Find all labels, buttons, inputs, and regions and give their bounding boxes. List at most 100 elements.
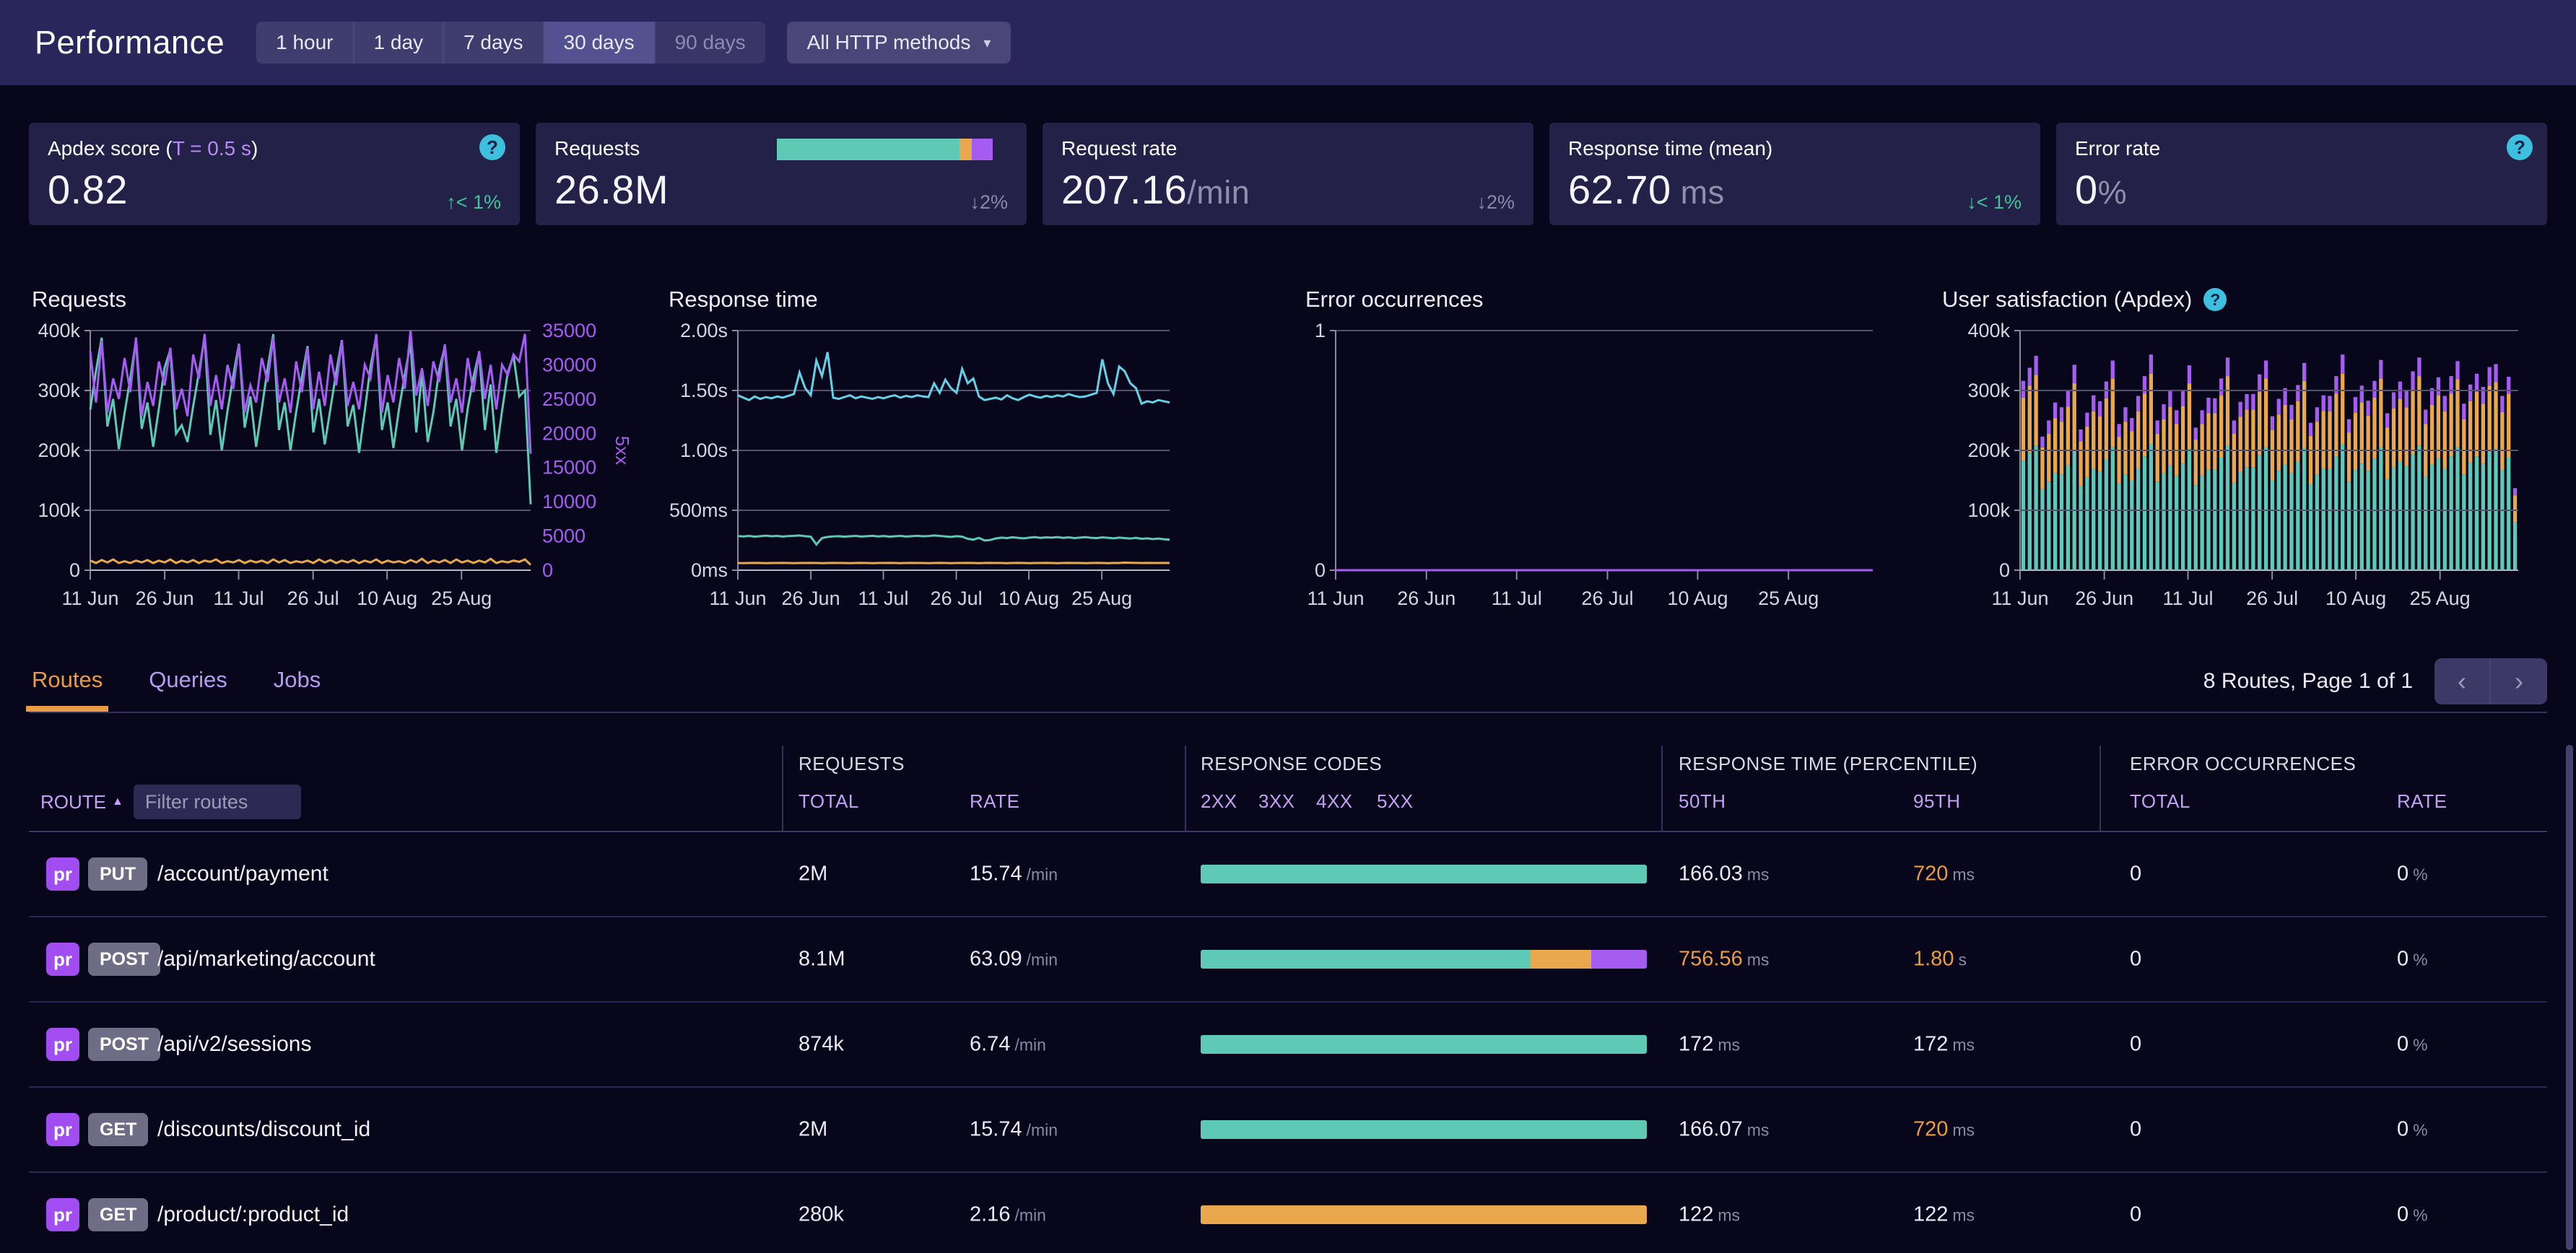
column-header-codes-4xx[interactable]: 4XX — [1316, 790, 1353, 813]
chart-title-text: User satisfaction (Apdex) — [1942, 287, 2192, 313]
table-row[interactable]: prGET/discounts/discount_id2M15.74/min16… — [29, 1088, 2547, 1173]
http-methods-dropdown[interactable]: All HTTP methods ▾ — [787, 22, 1011, 64]
chevron-down-icon: ▾ — [983, 34, 991, 52]
next-page-button[interactable]: › — [2491, 658, 2547, 704]
kpi-value: 0% — [2075, 166, 2528, 213]
column-header-codes-5xx[interactable]: 5XX — [1377, 790, 1414, 813]
column-header-codes-2xx[interactable]: 2XX — [1201, 790, 1237, 813]
error-rate-value: 0 — [2397, 948, 2409, 971]
tab-queries[interactable]: Queries — [146, 657, 230, 712]
tabs-section: Routes Queries Jobs 8 Routes, Page 1 of 1 … — [29, 657, 2547, 713]
svg-text:10 Aug: 10 Aug — [998, 588, 1059, 609]
tab-jobs[interactable]: Jobs — [271, 657, 323, 712]
svg-text:11 Jun: 11 Jun — [709, 588, 766, 609]
kpi-value: 207.16/min — [1061, 166, 1515, 213]
p95-value: 720 — [1913, 863, 1948, 886]
chart-response-time: Response time0ms500ms1.00s1.50s2.00s11 J… — [666, 285, 1302, 617]
svg-text:10000: 10000 — [542, 491, 596, 512]
scrollbar-thumb[interactable] — [2566, 745, 2573, 1250]
routes-table: ROUTE ▲ REQUESTSTOTALRATERESPONSE CODES2… — [29, 746, 2547, 1253]
help-icon[interactable]: ? — [479, 134, 505, 160]
error-rate: 0% — [2397, 863, 2428, 886]
column-header-rt-95th[interactable]: 95TH — [1913, 790, 1961, 813]
table-row[interactable]: prPOST/api/marketing/account8.1M63.09/mi… — [29, 917, 2547, 1003]
route-column-label[interactable]: ROUTE — [40, 791, 106, 813]
svg-text:26 Jul: 26 Jul — [1581, 588, 1633, 609]
series-2xx — [90, 334, 531, 505]
time-range-1-hour[interactable]: 1 hour — [256, 22, 354, 64]
column-header-requests-total[interactable]: TOTAL — [799, 790, 859, 813]
svg-text:25 Aug: 25 Aug — [1758, 588, 1819, 609]
kpi-value: 0.82 — [48, 166, 501, 213]
minibar-segment-teal — [777, 139, 960, 160]
chart-title: User satisfaction (Apdex)? — [1942, 285, 2576, 314]
column-group-rt: RESPONSE TIME (PERCENTILE) — [1679, 753, 1977, 775]
route-path[interactable]: /api/v2/sessions — [157, 1032, 311, 1057]
error-rate-unit: % — [2413, 865, 2427, 884]
time-range-90-days[interactable]: 90 days — [656, 22, 765, 64]
charts-row: Requests0100k200k300k400k050001000015000… — [29, 285, 2576, 617]
route-path[interactable]: /product/:product_id — [157, 1202, 349, 1227]
rate-unit: /min — [1014, 1206, 1045, 1225]
route-filter-input[interactable] — [134, 785, 301, 819]
svg-text:300k: 300k — [1967, 380, 2010, 401]
rate-value: 15.74 — [970, 1118, 1022, 1141]
chart-canvas: 0100k200k300k400k11 Jun26 Jun11 Jul26 Ju… — [1939, 314, 2576, 617]
rate-unit: /min — [1027, 1121, 1058, 1140]
kpi-card-0: Apdex score (T = 0.5 s)0.82?↑< 1% — [29, 123, 520, 225]
p50-value: 166.07 — [1679, 1118, 1743, 1141]
column-header-rt-50th[interactable]: 50TH — [1679, 790, 1726, 813]
http-methods-label: All HTTP methods — [807, 31, 971, 54]
help-icon[interactable]: ? — [2507, 134, 2533, 160]
response-time-50th: 166.07ms — [1679, 1118, 1769, 1142]
error-rate-unit: % — [2413, 1121, 2427, 1140]
errors-total: 0 — [2130, 1118, 2141, 1142]
rate-value: 2.16 — [970, 1203, 1010, 1226]
kpi-label: Apdex score (T = 0.5 s) — [48, 137, 501, 160]
tab-routes[interactable]: Routes — [29, 657, 105, 712]
table-row[interactable]: prPUT/account/payment2M15.74/min166.03ms… — [29, 832, 2547, 917]
kpi-label-part: Response time (mean) — [1568, 137, 1772, 160]
svg-text:25 Aug: 25 Aug — [1071, 588, 1132, 609]
column-group-err: ERROR OCCURRENCES — [2130, 753, 2356, 775]
series-3xx-4xx — [90, 559, 531, 564]
time-range-7-days[interactable]: 7 days — [444, 22, 544, 64]
pagination: 8 Routes, Page 1 of 1 ‹ › — [2203, 658, 2547, 704]
route-path[interactable]: /discounts/discount_id — [157, 1117, 370, 1142]
svg-text:26 Jul: 26 Jul — [931, 588, 983, 609]
kpi-card-4: Error rate0%? — [2056, 123, 2547, 225]
error-rate-unit: % — [2413, 1206, 2427, 1225]
time-range-1-day[interactable]: 1 day — [354, 22, 445, 64]
svg-text:26 Jun: 26 Jun — [2075, 588, 2133, 609]
svg-text:400k: 400k — [1967, 320, 2010, 341]
p50-unit: ms — [1718, 1036, 1740, 1055]
namespace-badge: pr — [46, 1198, 79, 1231]
svg-text:10 Aug: 10 Aug — [357, 588, 417, 609]
p95-unit: ms — [1952, 865, 1975, 884]
column-header-err-total[interactable]: TOTAL — [2130, 790, 2190, 813]
rate-unit: /min — [1027, 865, 1058, 884]
svg-text:11 Jun: 11 Jun — [1991, 588, 2048, 609]
column-group-divider — [782, 746, 783, 831]
table-row[interactable]: prGET/product/:product_id280k2.16/min122… — [29, 1173, 2547, 1253]
route-path[interactable]: /api/marketing/account — [157, 947, 375, 972]
route-path[interactable]: /account/payment — [157, 862, 328, 886]
series-mean — [738, 563, 1170, 564]
kpi-response-codes-minibar — [777, 139, 1008, 160]
prev-page-button[interactable]: ‹ — [2434, 658, 2491, 704]
table-row[interactable]: prPOST/api/v2/sessions874k6.74/min172ms1… — [29, 1003, 2547, 1088]
column-header-err-rate[interactable]: RATE — [2397, 790, 2447, 813]
p95-value: 172 — [1913, 1033, 1948, 1056]
column-header-codes-3xx[interactable]: 3XX — [1258, 790, 1295, 813]
errors-total: 0 — [2130, 1203, 2141, 1227]
chevron-right-icon: › — [2515, 666, 2523, 696]
time-range-30-days[interactable]: 30 days — [544, 22, 656, 64]
column-header-requests-rate[interactable]: RATE — [970, 790, 1019, 813]
svg-text:25000: 25000 — [542, 388, 596, 410]
svg-text:0: 0 — [69, 559, 80, 581]
error-rate: 0% — [2397, 948, 2428, 972]
column-group-divider — [2099, 746, 2101, 831]
help-icon[interactable]: ? — [2203, 288, 2227, 311]
svg-text:1.50s: 1.50s — [680, 380, 728, 401]
requests-rate: 2.16/min — [970, 1203, 1046, 1227]
